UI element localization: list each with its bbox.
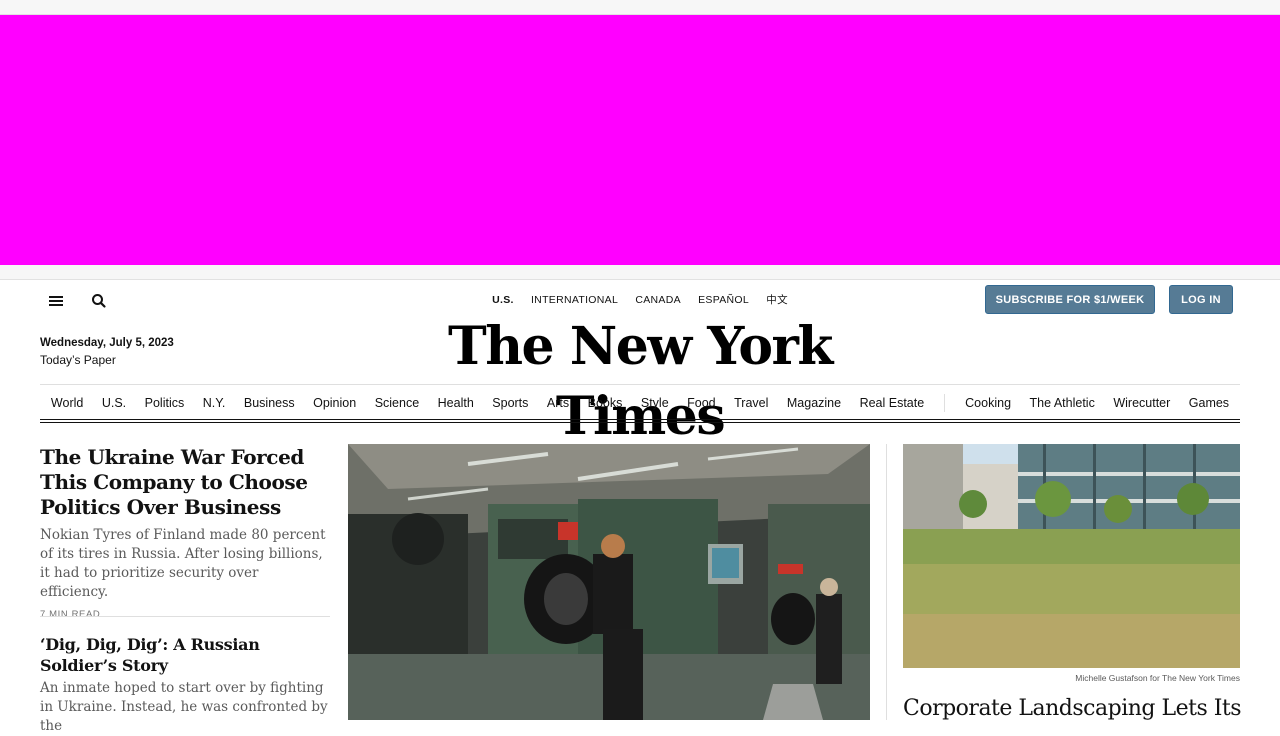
story-divider bbox=[40, 616, 330, 617]
section-nav: World U.S. Politics N.Y. Business Opinio… bbox=[40, 394, 1240, 414]
meadow-building-photo[interactable] bbox=[903, 444, 1240, 668]
nav-books[interactable]: Books bbox=[588, 396, 623, 410]
subscribe-button[interactable]: SUBSCRIBE FOR $1/WEEK bbox=[985, 285, 1155, 314]
photo-credit: Michelle Gustafson for The New York Time… bbox=[1075, 673, 1240, 683]
factory-tire-photo[interactable] bbox=[348, 444, 870, 720]
nav-magazine[interactable]: Magazine bbox=[787, 396, 841, 410]
nav-separator bbox=[944, 394, 946, 412]
nyt-logo[interactable]: The New York Times bbox=[400, 312, 880, 447]
nav-business[interactable]: Business bbox=[244, 396, 295, 410]
column-divider bbox=[886, 444, 887, 720]
second-summary: An inmate hoped to start over by fightin… bbox=[40, 680, 328, 734]
nav-food[interactable]: Food bbox=[687, 396, 716, 410]
second-story[interactable]: ‘Dig, Dig, Dig’: A Russian Soldier’s Sto… bbox=[40, 634, 330, 736]
nav-health[interactable]: Health bbox=[438, 396, 474, 410]
lead-headline[interactable]: The Ukraine War Forced This Company to C… bbox=[40, 445, 330, 520]
nav-cooking[interactable]: Cooking bbox=[965, 396, 1011, 410]
nav-the-athletic[interactable]: The Athletic bbox=[1030, 396, 1095, 410]
nav-wirecutter[interactable]: Wirecutter bbox=[1113, 396, 1170, 410]
current-date: Wednesday, July 5, 2023 bbox=[40, 337, 174, 349]
advertisement-banner[interactable] bbox=[0, 15, 1280, 265]
nav-games[interactable]: Games bbox=[1189, 396, 1229, 410]
logo-text: The New York Times bbox=[448, 316, 833, 447]
nav-style[interactable]: Style bbox=[641, 396, 669, 410]
nav-arts[interactable]: Arts bbox=[547, 396, 569, 410]
nav-travel[interactable]: Travel bbox=[734, 396, 768, 410]
ad-bottom-strip bbox=[0, 265, 1280, 280]
todays-paper-link[interactable]: Today’s Paper bbox=[40, 353, 116, 367]
edition-chinese[interactable]: 中文 bbox=[766, 292, 788, 307]
nav-bottom-rule-double bbox=[40, 422, 1240, 423]
nav-us[interactable]: U.S. bbox=[102, 396, 126, 410]
nav-opinion[interactable]: Opinion bbox=[313, 396, 356, 410]
second-headline[interactable]: ‘Dig, Dig, Dig’: A Russian Soldier’s Sto… bbox=[40, 634, 330, 676]
nav-real-estate[interactable]: Real Estate bbox=[860, 396, 925, 410]
nav-science[interactable]: Science bbox=[375, 396, 419, 410]
nav-sports[interactable]: Sports bbox=[492, 396, 528, 410]
edition-international[interactable]: INTERNATIONAL bbox=[531, 294, 618, 306]
lead-summary: Nokian Tyres of Finland made 80 percent … bbox=[40, 527, 326, 600]
login-button[interactable]: LOG IN bbox=[1169, 285, 1233, 314]
nav-ny[interactable]: N.Y. bbox=[203, 396, 226, 410]
edition-us[interactable]: U.S. bbox=[492, 294, 514, 306]
nav-bottom-rule bbox=[40, 419, 1240, 420]
edition-espanol[interactable]: ESPAÑOL bbox=[698, 294, 749, 306]
edition-canada[interactable]: CANADA bbox=[635, 294, 681, 306]
nav-politics[interactable]: Politics bbox=[145, 396, 185, 410]
lead-read-time: 7 MIN READ bbox=[40, 609, 101, 620]
lead-story[interactable]: The Ukraine War Forced This Company to C… bbox=[40, 445, 330, 620]
nav-top-divider bbox=[40, 384, 1240, 385]
nav-world[interactable]: World bbox=[51, 396, 83, 410]
ad-top-strip bbox=[0, 0, 1280, 15]
